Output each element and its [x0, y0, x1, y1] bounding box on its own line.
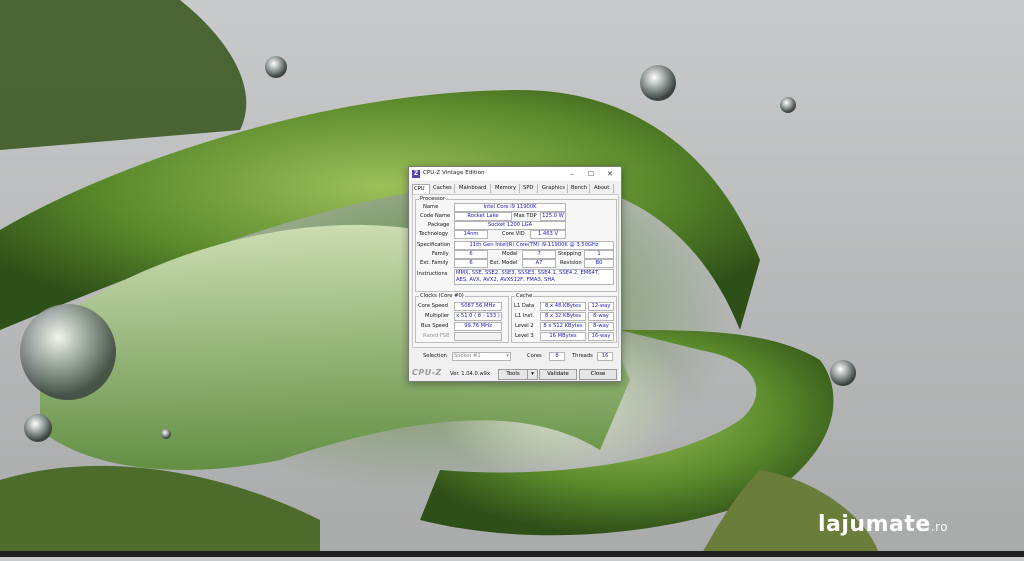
extmodel-value: A7 — [522, 259, 556, 268]
watermark-tld: .ro — [930, 520, 949, 534]
extfamily-value: 6 — [454, 259, 488, 268]
revision-value: B0 — [584, 259, 614, 268]
corevid-value: 1.463 V — [530, 230, 566, 239]
chevron-down-icon: ▾ — [531, 371, 534, 377]
extfamily-label: Ext. Family — [420, 260, 449, 266]
name-value: Intel Core i9 11900K — [454, 203, 566, 212]
cores-value: 8 — [549, 352, 565, 361]
threads-label: Threads — [572, 353, 593, 359]
validate-button[interactable]: Validate — [539, 369, 577, 380]
cache-l1data-way: 12-way — [588, 302, 614, 311]
tab-cpu[interactable]: CPU — [412, 184, 430, 194]
clocks-group: Clocks (Core #0) Core Speed 5087.56 MHz … — [415, 293, 509, 343]
tools-dropdown-button[interactable]: ▾ — [527, 369, 538, 380]
family-value: 6 — [454, 250, 488, 259]
cache-l1inst-way: 8-way — [588, 312, 614, 321]
cache-l3-label: Level 3 — [515, 333, 534, 339]
model-value: 7 — [522, 250, 556, 259]
cache-l3-size: 16 MBytes — [540, 332, 586, 341]
cache-l3-way: 16-way — [588, 332, 614, 341]
extmodel-label: Ext. Model — [490, 260, 518, 266]
cpuz-brand: CPU-Z — [412, 368, 442, 377]
processor-group: Processor Name Intel Core i9 11900K Code… — [415, 196, 617, 292]
package-label: Package — [428, 222, 450, 228]
cache-l1data-size: 8 x 48 KBytes — [540, 302, 586, 311]
cpu-tab-panel: Processor Name Intel Core i9 11900K Code… — [412, 194, 619, 348]
watermark: lajumate.ro — [818, 512, 948, 537]
cache-l1data-label: L1 Data — [514, 303, 535, 309]
package-value: Socket 1200 LGA — [454, 221, 566, 230]
corespeed-value: 5087.56 MHz — [454, 302, 502, 311]
close-window-button[interactable]: ✕ — [603, 168, 617, 180]
maximize-button[interactable]: ☐ — [584, 168, 598, 180]
cache-group-title: Cache — [515, 293, 534, 299]
processor-group-title: Processor — [419, 196, 446, 202]
cpuz-logo-icon: Z — [412, 170, 420, 178]
socket-select-value: Socket #1 — [454, 353, 481, 359]
multiplier-value: x 51.0 ( 8 - 133 ) — [454, 312, 502, 321]
cache-l1inst-size: 8 x 32 KBytes — [540, 312, 586, 321]
minimize-button[interactable]: – — [565, 168, 579, 180]
version-text: Ver. 1.04.0.w9x — [450, 371, 491, 377]
window-footer: CPU-Z Ver. 1.04.0.w9x Tools ▾ Validate C… — [409, 367, 621, 381]
model-label: Model — [502, 251, 518, 257]
busspeed-value: 99.76 MHz — [454, 322, 502, 331]
cache-l2-size: 8 x 512 KBytes — [540, 322, 586, 331]
ratedfsb-value — [454, 332, 502, 341]
name-label: Name — [423, 204, 439, 210]
cpuz-window: Z CPU-Z Vintage Edition – ☐ ✕ CPU Caches… — [408, 166, 622, 382]
maxtdp-value: 125.0 W — [540, 212, 566, 221]
technology-value: 14nm — [454, 230, 488, 239]
stepping-label: Stepping — [558, 251, 582, 257]
tab-graphics[interactable]: Graphics — [541, 184, 568, 193]
cache-l1inst-label: L1 Inst. — [515, 313, 535, 319]
specification-label: Specification — [417, 242, 451, 248]
tab-spd[interactable]: SPD — [522, 184, 538, 193]
tab-memory[interactable]: Memory — [494, 184, 520, 193]
cache-l2-label: Level 2 — [515, 323, 534, 329]
maxtdp-label: Max TDP — [514, 213, 537, 219]
watermark-brand: lajumate — [818, 512, 931, 537]
tab-bench[interactable]: Bench — [570, 184, 590, 193]
tab-about[interactable]: About — [593, 184, 614, 193]
instructions-value: MMX, SSE, SSE2, SSE3, SSSE3, SSE4.1, SSE… — [454, 269, 614, 285]
stepping-value: 1 — [584, 250, 614, 259]
tab-mainboard[interactable]: Mainboard — [458, 184, 491, 193]
technology-label: Technology — [419, 231, 449, 237]
socket-select[interactable]: Socket #1 ▾ — [452, 352, 511, 361]
corevid-label: Core VID — [502, 231, 525, 237]
multiplier-label: Multiplier — [425, 313, 450, 319]
title-bar[interactable]: Z CPU-Z Vintage Edition – ☐ ✕ — [409, 167, 621, 181]
corespeed-label: Core Speed — [418, 303, 448, 309]
tab-caches[interactable]: Caches — [432, 184, 455, 193]
tools-button[interactable]: Tools — [498, 369, 528, 380]
codename-value: Rocket Lake — [454, 212, 512, 221]
ratedfsb-label: Rated FSB — [423, 333, 450, 339]
chevron-down-icon: ▾ — [506, 353, 509, 359]
cache-l2-way: 8-way — [588, 322, 614, 331]
family-label: Family — [432, 251, 449, 257]
window-title: CPU-Z Vintage Edition — [423, 170, 485, 176]
cores-label: Cores — [527, 353, 542, 359]
codename-label: Code Name — [420, 213, 451, 219]
cache-group: Cache L1 Data 8 x 48 KBytes 12-way L1 In… — [511, 293, 617, 343]
revision-label: Revision — [560, 260, 582, 266]
taskbar-strip — [0, 551, 1024, 557]
threads-value: 16 — [597, 352, 613, 361]
busspeed-label: Bus Speed — [421, 323, 449, 329]
clocks-group-title: Clocks (Core #0) — [419, 293, 465, 299]
selection-label: Selection — [423, 353, 447, 359]
instructions-label: Instructions — [417, 271, 448, 277]
specification-value: 11th Gen Intel(R) Core(TM) i9-11900K @ 3… — [454, 241, 614, 250]
close-button[interactable]: Close — [579, 369, 617, 380]
